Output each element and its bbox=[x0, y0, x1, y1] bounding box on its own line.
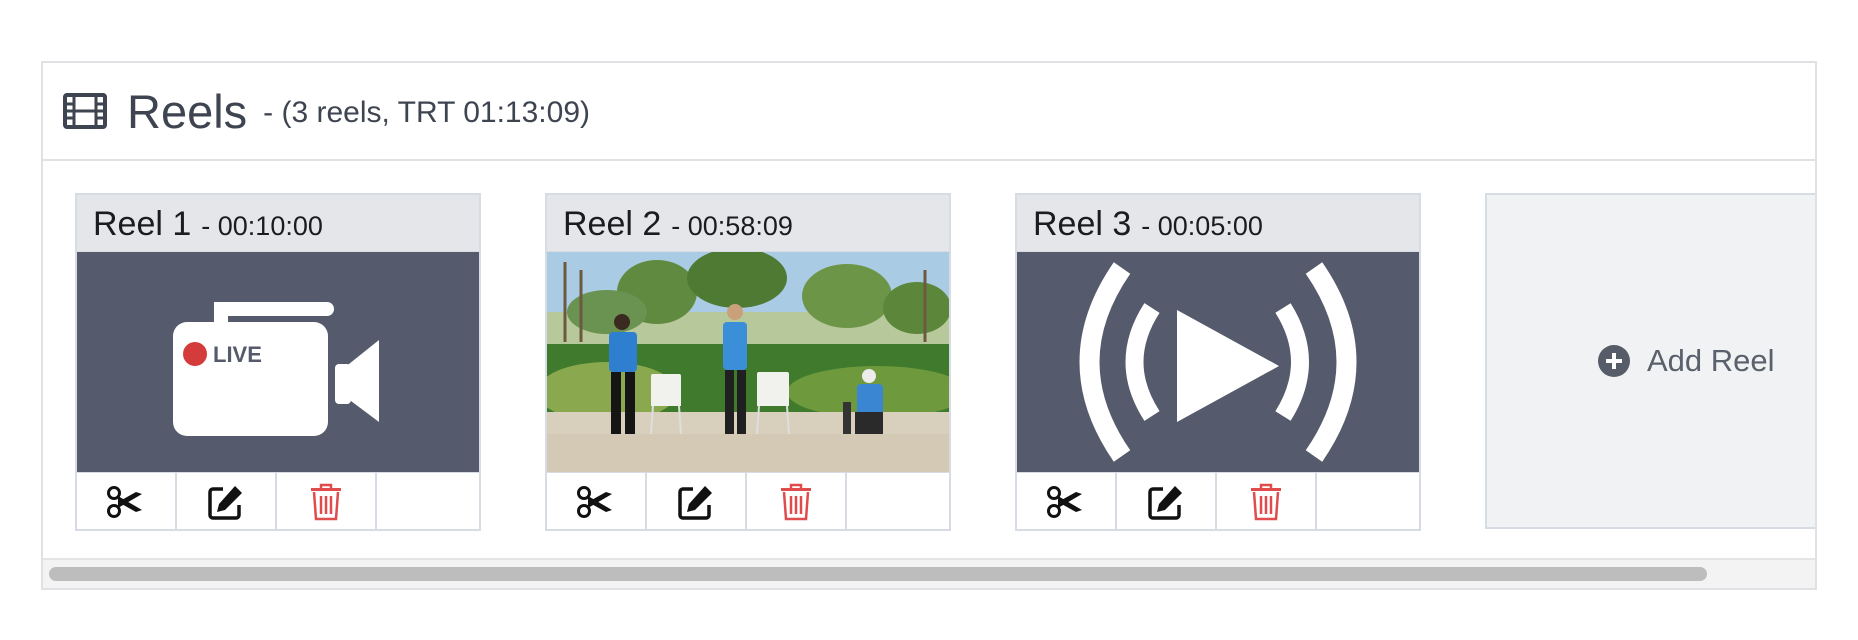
reel-card-2[interactable]: Reel 2 - 00:58:09 bbox=[545, 193, 951, 531]
plus-circle-icon bbox=[1597, 344, 1631, 378]
actions-spacer bbox=[377, 473, 479, 530]
delete-button[interactable] bbox=[747, 473, 847, 530]
reel-header: Reel 2 - 00:58:09 bbox=[547, 195, 949, 252]
delete-button[interactable] bbox=[1217, 473, 1317, 530]
reel-list: Reel 1 - 00:10:00 LIVE Reel 2 - 00:58:09… bbox=[43, 161, 1815, 574]
cut-button[interactable] bbox=[547, 473, 647, 530]
reel-header: Reel 3 - 00:05:00 bbox=[1017, 195, 1419, 252]
reel-duration: - 00:05:00 bbox=[1141, 211, 1263, 241]
reel-card-1[interactable]: Reel 1 - 00:10:00 LIVE bbox=[75, 193, 481, 531]
actions-spacer bbox=[847, 473, 949, 530]
add-reel-label: Add Reel bbox=[1647, 343, 1775, 378]
scrollbar-thumb[interactable] bbox=[49, 567, 1707, 581]
delete-button[interactable] bbox=[277, 473, 377, 530]
scissors-icon bbox=[1047, 485, 1082, 518]
reels-summary: - (3 reels, TRT 01:13:09) bbox=[263, 96, 590, 129]
reel-actions bbox=[547, 472, 949, 530]
reel-header: Reel 1 - 00:10:00 bbox=[77, 195, 479, 252]
reel-duration: - 00:10:00 bbox=[201, 211, 323, 241]
add-reel-button[interactable]: Add Reel bbox=[1485, 193, 1815, 529]
horizontal-scrollbar[interactable] bbox=[43, 558, 1815, 588]
live-camera-icon: LIVE bbox=[173, 302, 379, 436]
reel-actions bbox=[77, 472, 479, 530]
scissors-icon bbox=[577, 485, 612, 518]
actions-spacer bbox=[1317, 473, 1419, 530]
reel-name: Reel 3 bbox=[1033, 205, 1132, 243]
cut-button[interactable] bbox=[77, 473, 177, 530]
reel-name: Reel 1 bbox=[93, 205, 192, 243]
panel-header: Reels - (3 reels, TRT 01:13:09) bbox=[43, 63, 1815, 161]
broadcast-play-icon bbox=[1079, 262, 1357, 462]
reel-card-3[interactable]: Reel 3 - 00:05:00 bbox=[1015, 193, 1421, 531]
trash-icon bbox=[1251, 483, 1281, 520]
film-icon bbox=[63, 93, 107, 129]
reel-duration: - 00:58:09 bbox=[671, 211, 793, 241]
scissors-icon bbox=[107, 485, 142, 518]
live-label: LIVE bbox=[213, 342, 262, 367]
cut-button[interactable] bbox=[1017, 473, 1117, 530]
reel-name: Reel 2 bbox=[563, 205, 662, 243]
reels-panel: Reels - (3 reels, TRT 01:13:09) Reel 1 -… bbox=[41, 61, 1817, 590]
reel-thumbnail[interactable] bbox=[547, 252, 949, 472]
page-title: Reels bbox=[127, 84, 248, 138]
reel-actions bbox=[1017, 472, 1419, 530]
reel-thumbnail[interactable]: LIVE bbox=[77, 252, 479, 472]
edit-icon bbox=[208, 485, 242, 520]
edit-button[interactable] bbox=[1117, 473, 1217, 530]
trash-icon bbox=[781, 483, 811, 520]
edit-icon bbox=[678, 485, 712, 520]
edit-button[interactable] bbox=[647, 473, 747, 530]
trash-icon bbox=[311, 483, 341, 520]
video-frame-image bbox=[547, 252, 949, 472]
reel-thumbnail[interactable] bbox=[1017, 252, 1419, 472]
edit-button[interactable] bbox=[177, 473, 277, 530]
edit-icon bbox=[1148, 485, 1182, 520]
